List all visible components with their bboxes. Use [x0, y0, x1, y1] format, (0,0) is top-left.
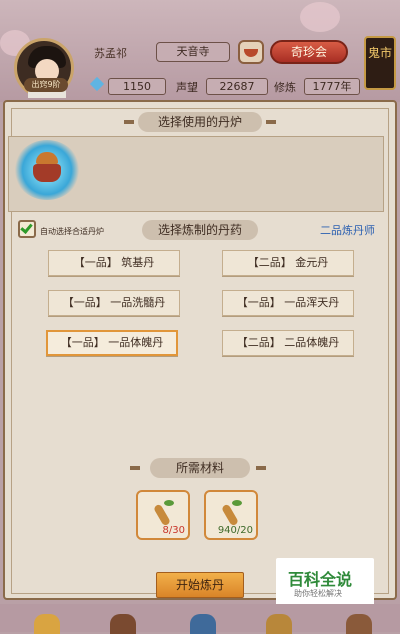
- nav-item-icon[interactable]: [266, 614, 292, 634]
- nav-item-icon[interactable]: [346, 614, 372, 634]
- ghost-market-icon[interactable]: 鬼市: [364, 36, 396, 90]
- cultivation-label: 修炼: [274, 81, 296, 94]
- watermark-subtitle: 助你轻松解决: [294, 589, 342, 598]
- recipe-button[interactable]: 【一品】 一品浑天丹: [222, 290, 354, 316]
- furnace-section-title-text: 选择使用的丹炉: [157, 115, 242, 129]
- bowl-icon: [244, 49, 258, 57]
- recipe-button[interactable]: 【一品】 筑基丹: [48, 250, 180, 276]
- cultivation-value: 1777年: [304, 78, 360, 95]
- materials-section-title-text: 所需材料: [175, 461, 224, 475]
- title-ornament-right: [256, 466, 266, 470]
- fame-value: 22687: [206, 78, 268, 95]
- title-ornament-left: [124, 120, 134, 124]
- nav-item-icon[interactable]: [34, 614, 60, 634]
- ginseng-icon: [218, 500, 242, 527]
- watermark-logo: 百科全说 助你轻松解决: [276, 558, 374, 606]
- title-ornament-left: [130, 466, 140, 470]
- nav-item-icon[interactable]: [110, 614, 136, 634]
- recipe-button[interactable]: 【二品】 金元丹: [222, 250, 354, 276]
- material-quantity: 8/30: [162, 525, 185, 536]
- material-quantity: 940/20: [217, 525, 253, 536]
- check-icon: [20, 221, 33, 234]
- fame-label: 声望: [176, 81, 198, 94]
- alchemist-rank: 二品炼丹师: [320, 224, 375, 237]
- selected-furnace[interactable]: [14, 140, 80, 200]
- auto-select-checkbox[interactable]: [18, 220, 36, 238]
- recipe-button[interactable]: 【二品】 二品体魄丹: [222, 330, 354, 356]
- recipe-button[interactable]: 【一品】 一品洗髓丹: [48, 290, 180, 316]
- start-alchemy-button[interactable]: 开始炼丹: [156, 572, 244, 598]
- blossom-decoration: [300, 2, 340, 32]
- furnace-section-title: 选择使用的丹炉: [138, 112, 262, 132]
- recipe-section-title: 选择炼制的丹药: [142, 220, 258, 240]
- recipe-button-selected[interactable]: 【一品】 一品体魄丹: [46, 330, 178, 356]
- player-name: 苏孟祁: [94, 47, 127, 60]
- watermark-title: 百科全说: [288, 570, 353, 589]
- furnace-lid: [36, 152, 58, 164]
- material-slot[interactable]: 8/30: [136, 490, 190, 540]
- furnace-icon: [33, 164, 61, 182]
- nav-item-icon[interactable]: [190, 614, 216, 634]
- bowl-button[interactable]: [238, 40, 264, 64]
- title-ornament-right: [266, 120, 276, 124]
- material-slot[interactable]: 940/20: [204, 490, 258, 540]
- treasure-auction-button[interactable]: 奇珍会: [270, 40, 348, 64]
- gem-count: 1150: [108, 78, 166, 95]
- materials-section-title: 所需材料: [150, 458, 250, 478]
- realm-level-badge: 出窍9阶: [24, 78, 68, 92]
- auto-select-label: 自动选择合适丹炉: [40, 227, 104, 236]
- recipe-section-title-text: 选择炼制的丹药: [157, 223, 242, 237]
- location-display[interactable]: 天音寺: [156, 42, 230, 62]
- ginseng-icon: [150, 500, 174, 527]
